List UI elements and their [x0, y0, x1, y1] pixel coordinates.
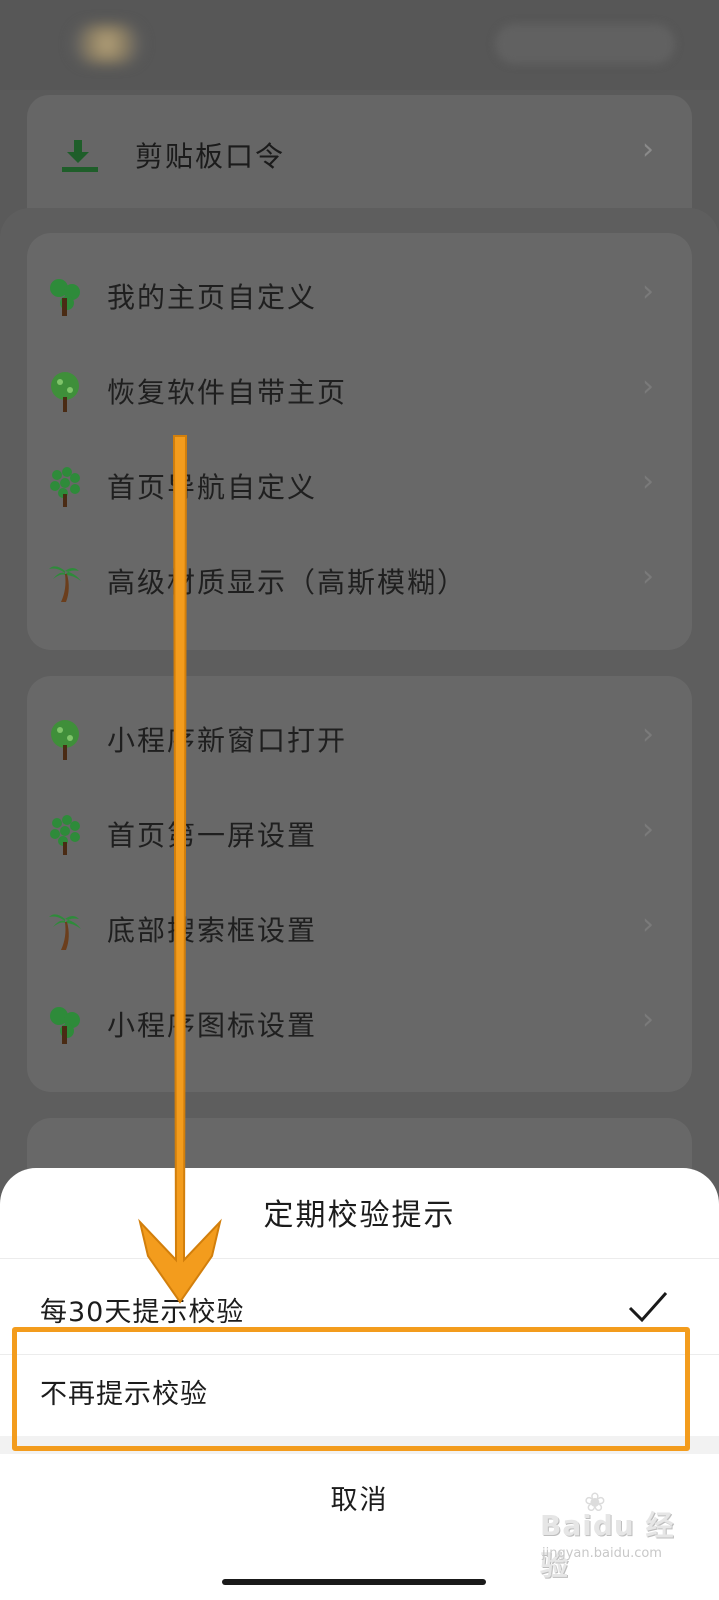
top-action-pill[interactable]	[495, 24, 675, 64]
settings-item-nav-custom[interactable]: 首页导航自定义 ›	[27, 440, 692, 535]
tree-spotted-icon	[51, 372, 79, 412]
chevron-right-icon: ›	[642, 812, 654, 847]
settings-item-label: 我的主页自定义	[107, 281, 318, 314]
watermark-url: jingyan.baidu.com	[542, 1546, 662, 1561]
chevron-right-icon: ›	[642, 907, 654, 942]
settings-item-gaussian-blur[interactable]: 高级材质显示（高斯模糊） ›	[27, 535, 692, 630]
chevron-right-icon: ›	[642, 464, 654, 499]
palm-tree-icon	[49, 914, 81, 950]
chevron-right-icon: ›	[642, 132, 654, 167]
settings-group-2: 小程序新窗口打开 › 首页第一屏设置 › 底部搜索框设置 › 小程序图标设置 ›	[27, 676, 692, 1092]
baidu-jingyan-watermark: ❀ Baidu 经验 jingyan.baidu.com	[540, 1488, 700, 1582]
watermark-logo: Baidu 经验	[540, 1509, 675, 1582]
chevron-right-icon: ›	[642, 559, 654, 594]
palm-tree-icon	[49, 566, 81, 602]
checkmark-icon	[628, 1292, 668, 1323]
tree-round-icon	[50, 1007, 80, 1044]
arrow-down-icon	[138, 435, 222, 1304]
settings-item-homepage-custom[interactable]: 我的主页自定义 ›	[27, 250, 692, 345]
clipboard-command-label: 剪贴板口令	[135, 140, 286, 173]
settings-item-miniprogram-icon[interactable]: 小程序图标设置 ›	[27, 978, 692, 1073]
settings-item-bottom-search[interactable]: 底部搜索框设置 ›	[27, 883, 692, 978]
tree-dotted-icon	[50, 467, 80, 507]
tree-spotted-icon	[51, 720, 79, 760]
settings-group-1: 我的主页自定义 › 恢复软件自带主页 › 首页导航自定义 › 高级材质显示（高斯…	[27, 233, 692, 650]
settings-item-miniprogram-window[interactable]: 小程序新窗口打开 ›	[27, 693, 692, 788]
tree-dotted-icon	[50, 815, 80, 855]
chevron-right-icon: ›	[642, 717, 654, 752]
chevron-right-icon: ›	[642, 274, 654, 309]
chevron-right-icon: ›	[642, 1002, 654, 1037]
settings-item-first-screen[interactable]: 首页第一屏设置 ›	[27, 788, 692, 883]
settings-item-label: 恢复软件自带主页	[107, 376, 348, 409]
tree-round-icon	[50, 279, 80, 316]
highlight-box	[12, 1327, 690, 1451]
avatar[interactable]	[72, 24, 142, 64]
settings-item-restore-homepage[interactable]: 恢复软件自带主页 ›	[27, 345, 692, 440]
action-sheet-title: 定期校验提示	[263, 1198, 456, 1233]
divider	[0, 1258, 719, 1259]
clipboard-command-item[interactable]: 剪贴板口令 ›	[27, 110, 692, 196]
home-indicator[interactable]	[222, 1579, 486, 1585]
chevron-right-icon: ›	[642, 369, 654, 404]
